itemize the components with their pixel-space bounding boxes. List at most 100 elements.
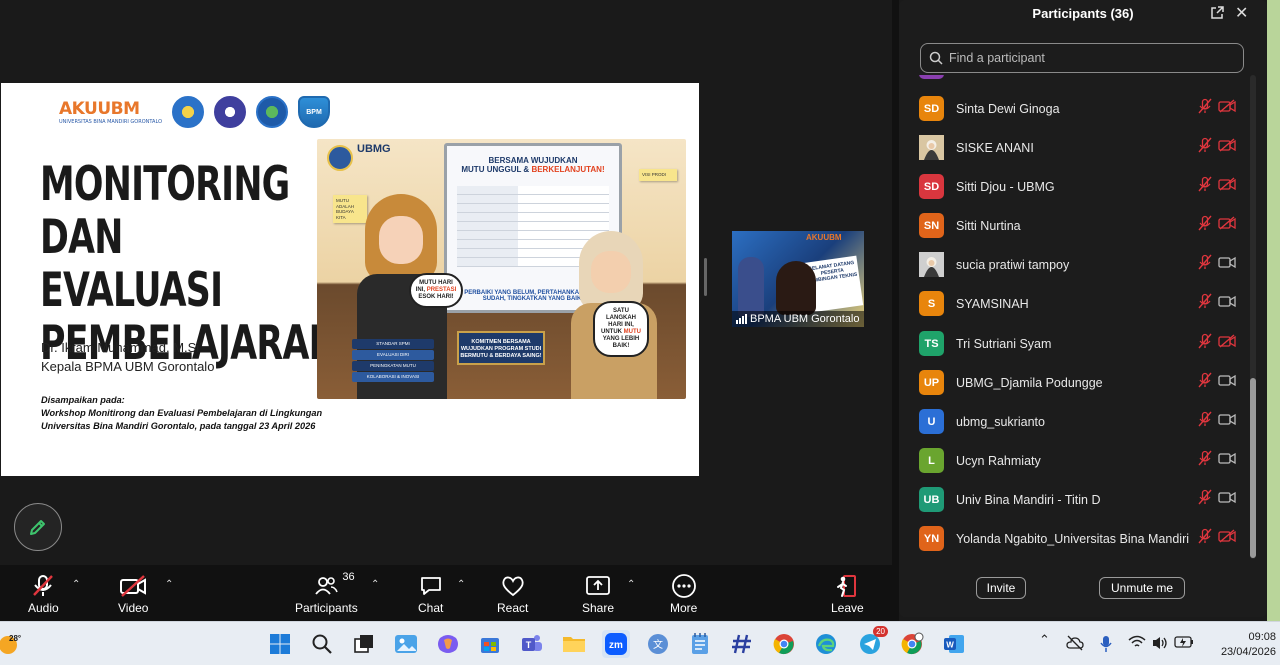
desktop-background bbox=[1267, 0, 1280, 621]
annotate-button[interactable] bbox=[14, 503, 62, 551]
participant-row[interactable]: sucia pratiwi tampoy bbox=[899, 245, 1247, 284]
taskbar-app-store[interactable] bbox=[476, 630, 504, 658]
search-input[interactable] bbox=[949, 51, 1229, 65]
mic-muted-icon bbox=[1197, 254, 1213, 275]
camera-icon bbox=[1218, 451, 1236, 470]
presenter-role: Kepala BPMA UBM Gorontalo bbox=[41, 359, 215, 374]
meeting-toolbar: Audio ⌃ Video ⌃ 36 Participants ⌃ Chat ⌃… bbox=[0, 565, 892, 621]
participant-row[interactable]: SD Sinta Dewi Ginoga bbox=[899, 89, 1247, 128]
participant-search[interactable] bbox=[920, 43, 1244, 73]
participant-row[interactable]: SN Sitti Nurtina bbox=[899, 206, 1247, 245]
video-button[interactable]: Video bbox=[118, 573, 148, 615]
cloud-offline-icon[interactable] bbox=[1066, 635, 1084, 651]
scrollbar-thumb[interactable] bbox=[1250, 378, 1256, 558]
participant-row[interactable]: TS Tri Sutriani Syam bbox=[899, 324, 1247, 363]
participant-list-scrollbar[interactable] bbox=[1250, 75, 1256, 559]
occasion-line-1: Workshop Monitirong dan Evaluasi Pembela… bbox=[41, 408, 323, 418]
chat-label: Chat bbox=[418, 601, 444, 615]
participant-row[interactable]: UB Univ Bina Mandiri - Titin D bbox=[899, 480, 1247, 519]
taskbar-app-chrome-profile[interactable] bbox=[898, 630, 926, 658]
participant-name: Sitti Djou - UBMG bbox=[956, 179, 1055, 194]
occasion-label: Disampaikan pada: bbox=[41, 395, 125, 405]
mic-muted-icon bbox=[1197, 372, 1213, 393]
pop-out-icon[interactable] bbox=[1209, 5, 1225, 21]
share-label: Share bbox=[582, 601, 615, 615]
participant-avatar: SD bbox=[919, 174, 944, 199]
speaker-video-tile[interactable]: AKUUBM SELAMAT DATANG PESERTA BIMBINGAN … bbox=[732, 231, 864, 327]
chat-button[interactable]: Chat bbox=[418, 573, 443, 615]
taskbar-app-file-explorer[interactable] bbox=[560, 630, 588, 658]
store-icon bbox=[481, 638, 499, 653]
camera-off-icon bbox=[1218, 529, 1236, 548]
participant-avatar bbox=[919, 252, 944, 277]
share-options-chevron-icon[interactable]: ⌃ bbox=[627, 579, 635, 590]
svg-text:zm: zm bbox=[609, 640, 623, 651]
taskbar-app-translator[interactable]: 文 bbox=[644, 630, 672, 658]
start-button[interactable] bbox=[266, 630, 294, 658]
taskbar-app-copilot[interactable] bbox=[434, 630, 462, 658]
camera-icon bbox=[1218, 255, 1236, 274]
more-button[interactable]: More bbox=[670, 573, 697, 615]
more-icon bbox=[671, 574, 696, 598]
taskbar-app-hashtag[interactable] bbox=[728, 630, 756, 658]
participant-row[interactable]: YN Yolanda Ngabito_Universitas Bina Mandi… bbox=[899, 519, 1247, 557]
occasion-info: Disampaikan pada: Workshop Monitirong da… bbox=[41, 394, 322, 433]
participant-row[interactable]: Uubmg_sukrianto bbox=[899, 402, 1247, 441]
taskbar-search-button[interactable] bbox=[308, 630, 336, 658]
slide-logo-row: AKUUBM UNIVERSITAS BINA MANDIRI GORONTALO… bbox=[59, 96, 331, 128]
book-stack: STANDAR SPMI EVALUASI DIRI PENINGKATAN M… bbox=[352, 339, 434, 383]
participants-count: 36 bbox=[342, 571, 355, 583]
presenter-name: Dr. Ikram Muhammad, M.Si bbox=[41, 340, 200, 355]
panel-resize-handle[interactable] bbox=[704, 258, 707, 296]
participant-row[interactable]: S SYAMSINAH bbox=[899, 284, 1247, 323]
participant-avatar bbox=[919, 135, 944, 160]
share-button[interactable]: Share bbox=[582, 573, 614, 615]
video-options-chevron-icon[interactable]: ⌃ bbox=[165, 579, 173, 590]
taskbar-app-photos[interactable] bbox=[392, 630, 420, 658]
participant-avatar: SD bbox=[919, 96, 944, 121]
taskbar-app-teams[interactable]: T bbox=[518, 630, 546, 658]
participants-options-chevron-icon[interactable]: ⌃ bbox=[371, 579, 379, 590]
volume-icon[interactable] bbox=[1151, 635, 1169, 651]
university-seal-icon bbox=[172, 96, 205, 128]
participant-name: Univ Bina Mandiri - Titin D bbox=[956, 492, 1101, 507]
signal-strength-icon bbox=[736, 314, 747, 324]
participant-avatar: SN bbox=[919, 213, 944, 238]
taskbar-app-zoom[interactable]: zm bbox=[602, 630, 630, 658]
participants-button[interactable]: 36 Participants bbox=[295, 571, 358, 615]
wifi-icon[interactable] bbox=[1128, 635, 1146, 649]
camera-off-icon bbox=[120, 575, 147, 597]
audio-options-chevron-icon[interactable]: ⌃ bbox=[72, 579, 80, 590]
taskbar-app-chrome[interactable] bbox=[770, 630, 798, 658]
chat-options-chevron-icon[interactable]: ⌃ bbox=[457, 579, 465, 590]
task-view-button[interactable] bbox=[350, 630, 378, 658]
video-label: Video bbox=[118, 601, 149, 615]
participant-name: sucia pratiwi tampoy bbox=[956, 257, 1070, 272]
aku-ubm-logo: AKUUBM UNIVERSITAS BINA MANDIRI GORONTALO bbox=[59, 99, 163, 125]
audio-button[interactable]: Audio bbox=[28, 573, 59, 615]
weather-widget[interactable]: 28° bbox=[0, 629, 26, 655]
taskbar-app-notepad[interactable] bbox=[686, 630, 714, 658]
taskbar-app-word[interactable]: W bbox=[940, 630, 968, 658]
sticky-note-right: VISI PRODI bbox=[639, 169, 677, 181]
photos-icon bbox=[395, 635, 417, 653]
participant-row[interactable]: SD Sitti Djou - UBMG bbox=[899, 167, 1247, 206]
microphone-icon[interactable] bbox=[1099, 635, 1113, 653]
participant-row[interactable]: SISKE ANANI bbox=[899, 128, 1247, 167]
camera-icon bbox=[1218, 412, 1236, 431]
invite-button[interactable]: Invite bbox=[976, 577, 1026, 599]
leave-button[interactable]: Leave bbox=[831, 573, 864, 615]
unmute-me-button[interactable]: Unmute me bbox=[1099, 577, 1185, 599]
poster-brand: UBMG bbox=[357, 143, 391, 155]
speech-bubble-left: MUTU HARI INI, PRESTASI ESOK HARI! bbox=[409, 273, 463, 308]
battery-charging-icon[interactable] bbox=[1174, 635, 1194, 649]
close-icon[interactable]: ✕ bbox=[1235, 3, 1248, 23]
show-hidden-icons-chevron-icon[interactable]: ⌃ bbox=[1039, 632, 1050, 648]
camera-icon bbox=[1218, 490, 1236, 509]
system-clock[interactable]: 09:08 23/04/2026 bbox=[1202, 630, 1276, 660]
participant-row[interactable]: UP UBMG_Djamila Podungge bbox=[899, 363, 1247, 402]
taskbar-app-edge[interactable] bbox=[812, 630, 840, 658]
react-button[interactable]: React bbox=[497, 573, 528, 615]
participant-row[interactable]: L Ucyn Rahmiaty bbox=[899, 441, 1247, 480]
taskbar-app-telegram[interactable]: 20 bbox=[856, 626, 888, 658]
